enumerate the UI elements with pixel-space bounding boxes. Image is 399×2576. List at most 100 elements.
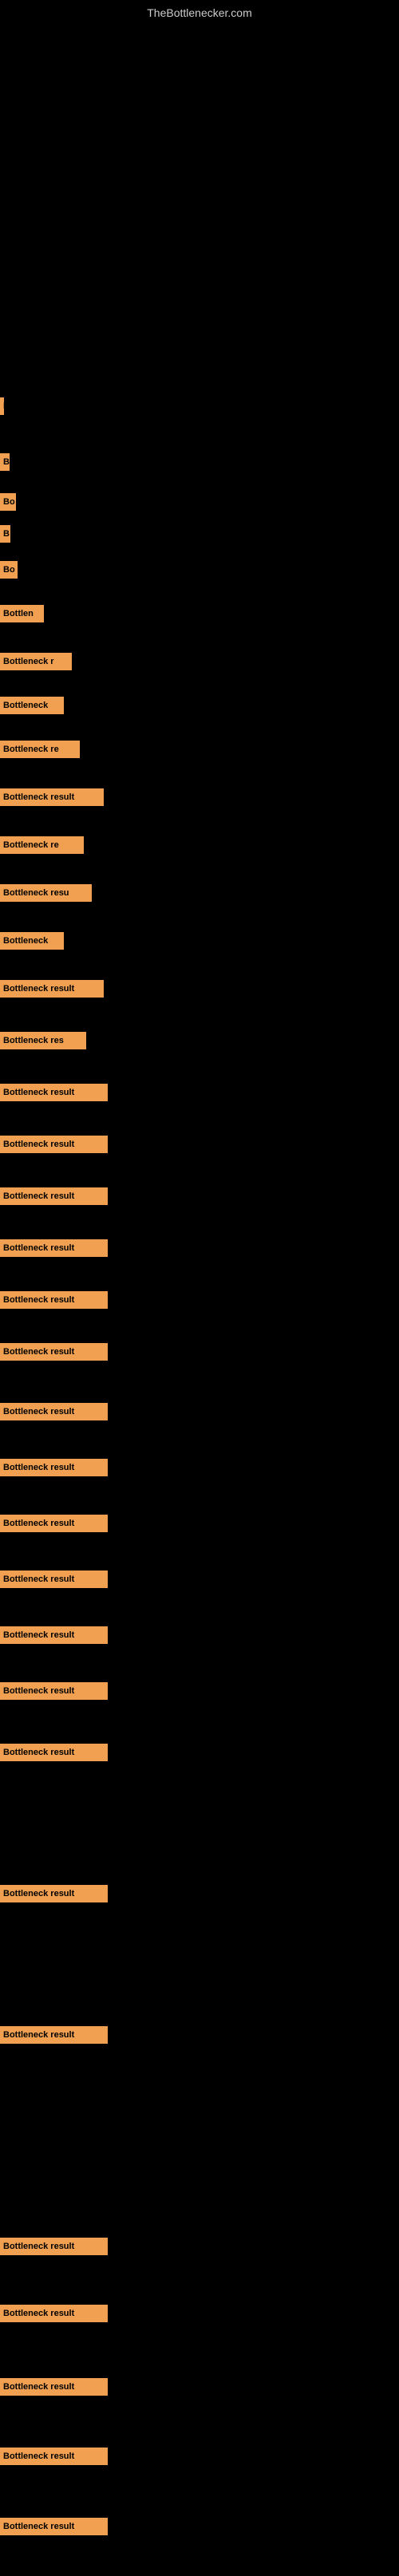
result-bar: Bottleneck result [0,2305,108,2322]
bar-row: Bottleneck result [0,1459,399,1476]
bar-row: B [0,453,399,471]
bar-row: Bottleneck result [0,1403,399,1420]
result-bar: Bottleneck result [0,1343,108,1361]
bar-label: Bottleneck r [3,657,54,666]
bar-label: Bottleneck res [3,1036,64,1045]
bar-label: Bo [3,497,15,507]
bar-row: B [0,525,399,543]
bar-label: Bottleneck result [3,1574,74,1584]
bar-label: Bottleneck result [3,1407,74,1416]
result-bar: Bottleneck result [0,980,104,998]
result-bar: Bottleneck re [0,741,80,758]
bar-row: Bottleneck result [0,1136,399,1153]
bar-label: Bottleneck result [3,1140,74,1149]
result-bar: Bottleneck [0,932,64,950]
result-bar: Bottleneck result [0,1626,108,1644]
bar-row: Bottleneck [0,697,399,714]
bar-row: Bottleneck result [0,2238,399,2255]
result-bar: Bottleneck result [0,2448,108,2465]
bar-row: Bo [0,561,399,579]
bar-label: Bottleneck result [3,1686,74,1696]
result-bar: Bottleneck result [0,1239,108,1257]
bar-label: Bottleneck result [3,1889,74,1898]
bar-label: Bottleneck result [3,1191,74,1201]
bar-label: Bottleneck result [3,2522,74,2531]
bar-label: Bottleneck result [3,1463,74,1472]
bar-row: Bottlen [0,605,399,622]
result-bar: Bottleneck result [0,2238,108,2255]
bar-label: Bottleneck result [3,2309,74,2318]
bar-row: Bottleneck result [0,1239,399,1257]
result-bar: Bottleneck result [0,1291,108,1309]
bar-label: Bottleneck result [3,2030,74,2040]
bar-row: Bottleneck [0,932,399,950]
bar-label: Bottleneck re [3,840,59,850]
bar-row: Bottleneck result [0,2448,399,2465]
bar-label: Bottleneck result [3,1630,74,1640]
result-bar: Bottleneck result [0,1744,108,1761]
result-bar: B [0,525,10,543]
bar-row: Bottleneck result [0,1885,399,1902]
result-bar: Bo [0,561,18,579]
bar-label: Bottleneck result [3,2382,74,2392]
bar-label: Bottleneck re [3,745,59,754]
bar-label: B [3,529,10,539]
bar-label: Bottleneck resu [3,888,69,898]
result-bar: Bottleneck result [0,1515,108,1532]
bar-row: Bottleneck result [0,2305,399,2322]
bar-row: Bottleneck result [0,1626,399,1644]
bar-label: Bottleneck result [3,1347,74,1357]
result-bar: Bottlen [0,605,44,622]
result-bar: Bottleneck result [0,397,4,415]
bar-row: Bottleneck result [0,1744,399,1761]
result-bar: Bottleneck result [0,2378,108,2396]
bar-label: Bottleneck [3,701,48,710]
result-bar: Bottleneck result [0,2518,108,2535]
bar-row: Bottleneck result [0,2518,399,2535]
bars-container: Bottleneck result B Bo B Bo Bottlen Bottleneck… [0,22,399,2576]
bar-label: B [3,457,10,467]
bar-row: Bottleneck resu [0,884,399,902]
bar-label: Bottleneck result [3,2242,74,2251]
bar-label: Bottleneck result [3,1519,74,1528]
result-bar: Bottleneck result [0,2026,108,2044]
result-bar: Bottleneck result [0,1187,108,1205]
bar-label: Bottleneck result [3,1748,74,1757]
bar-row: Bottleneck re [0,741,399,758]
bar-row: Bottleneck re [0,836,399,854]
result-bar: Bottleneck result [0,1136,108,1153]
result-bar: Bottleneck res [0,1032,86,1049]
result-bar: Bottleneck r [0,653,72,670]
bar-row: Bo [0,493,399,511]
result-bar: Bottleneck result [0,788,104,806]
bar-row: Bottleneck result [0,1084,399,1101]
bar-label: Bottleneck result [3,984,74,994]
bar-row: Bottleneck result [0,1515,399,1532]
bar-row: Bottleneck res [0,1032,399,1049]
bar-row: Bottleneck result [0,397,399,415]
result-bar: Bottleneck result [0,1570,108,1588]
bar-row: Bottleneck result [0,1187,399,1205]
result-bar: Bottleneck resu [0,884,92,902]
bar-row: Bottleneck result [0,2026,399,2044]
result-bar: Bo [0,493,16,511]
bar-label: Bottleneck result [3,401,4,411]
bar-row: Bottleneck result [0,788,399,806]
bar-label: Bottlen [3,609,34,618]
bar-row: Bottleneck r [0,653,399,670]
bar-label: Bottleneck result [3,1243,74,1253]
bar-label: Bottleneck result [3,2452,74,2461]
bar-row: Bottleneck result [0,1570,399,1588]
bar-row: Bottleneck result [0,1291,399,1309]
bar-label: Bottleneck result [3,1088,74,1097]
result-bar: Bottleneck re [0,836,84,854]
bar-row: Bottleneck result [0,980,399,998]
bar-label: Bottleneck result [3,1295,74,1305]
result-bar: Bottleneck result [0,1682,108,1700]
result-bar: Bottleneck [0,697,64,714]
result-bar: Bottleneck result [0,1885,108,1902]
bar-row: Bottleneck result [0,2378,399,2396]
bar-row: Bottleneck result [0,1343,399,1361]
result-bar: B [0,453,10,471]
bar-label: Bo [3,565,15,575]
